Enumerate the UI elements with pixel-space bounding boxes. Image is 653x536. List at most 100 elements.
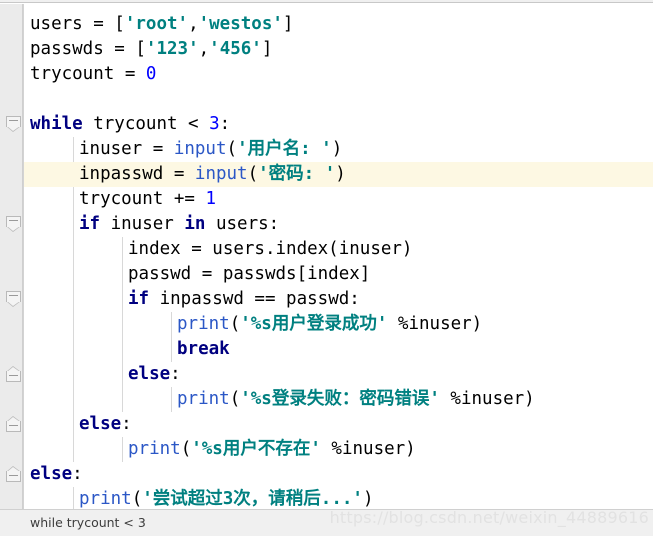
code-token: inpasswd — [79, 164, 164, 184]
code-editor-window: users = ['root','westos'] passwds = ['123… — [0, 0, 653, 536]
code-content-area[interactable]: users = ['root','westos'] passwds = ['123… — [24, 4, 653, 509]
code-token: ( — [229, 314, 241, 334]
code-fold-toggle-up[interactable] — [6, 466, 21, 482]
editor-gutter[interactable] — [0, 4, 23, 509]
code-line[interactable]: if inpasswd == passwd: — [24, 287, 653, 312]
editor-top-border — [0, 0, 653, 3]
minus-icon — [9, 375, 18, 376]
code-token: %inuser) — [320, 439, 416, 459]
code-token: passwd = passwds[index] — [128, 264, 371, 284]
code-token: : — [72, 464, 83, 484]
code-token: '456' — [209, 39, 262, 59]
code-line[interactable] — [24, 87, 653, 112]
fold-box — [6, 116, 21, 127]
code-token: %inuser) — [439, 389, 535, 409]
code-line[interactable]: index = users.index(inuser) — [24, 237, 653, 262]
code-token: trycount — [30, 64, 115, 84]
code-token: while — [30, 114, 83, 134]
code-line[interactable]: inpasswd = input('密码: ') — [24, 162, 653, 187]
code-token: print — [79, 489, 132, 509]
code-line[interactable]: trycount += 1 — [24, 187, 653, 212]
code-token: 1 — [205, 189, 216, 209]
code-token: users — [30, 14, 83, 34]
code-line[interactable]: trycount = 0 — [24, 62, 653, 87]
code-token: else — [79, 414, 122, 434]
code-token: : — [219, 114, 231, 134]
code-token: , — [198, 39, 210, 59]
code-token: if — [79, 214, 101, 234]
code-token: : — [121, 414, 132, 434]
code-line[interactable]: passwds = ['123','456'] — [24, 37, 653, 62]
minus-icon — [9, 425, 18, 426]
code-token: trycount < — [82, 114, 210, 134]
minus-icon — [9, 295, 18, 296]
code-token: '%s用户不存在' — [191, 439, 321, 459]
code-line[interactable]: users = ['root','westos'] — [24, 12, 653, 37]
code-token: '%s登录失败：密码错误' — [240, 389, 440, 409]
code-line[interactable]: print('%s登录失败：密码错误' %inuser) — [24, 387, 653, 412]
code-line[interactable]: print('%s用户登录成功' %inuser) — [24, 312, 653, 337]
code-line[interactable]: else: — [24, 362, 653, 387]
code-line[interactable]: else: — [24, 462, 653, 487]
fold-box — [6, 421, 21, 432]
code-fold-toggle-up[interactable] — [6, 366, 21, 382]
code-token: = [ — [82, 14, 125, 34]
code-token: = — [114, 64, 146, 84]
code-token: users: — [205, 214, 280, 234]
code-token: ( — [180, 439, 192, 459]
code-line[interactable]: if inuser in users: — [24, 212, 653, 237]
code-token: passwds — [30, 39, 104, 59]
code-line[interactable]: print('%s用户不存在' %inuser) — [24, 437, 653, 462]
code-line[interactable]: passwd = passwds[index] — [24, 262, 653, 287]
code-token: , — [188, 14, 199, 34]
code-token: else — [128, 364, 171, 384]
code-token: %inuser) — [387, 314, 483, 334]
code-token: 'westos' — [198, 14, 283, 34]
code-line[interactable]: while trycount < 3: — [24, 112, 653, 137]
code-token: '%s用户登录成功' — [240, 314, 388, 334]
code-line[interactable]: inuser = input('用户名: ') — [24, 137, 653, 162]
code-token: break — [177, 339, 230, 359]
code-line[interactable]: print('尝试超过3次，请稍后...') — [24, 487, 653, 509]
code-token: in — [184, 214, 206, 234]
code-token: '123' — [145, 39, 199, 59]
status-bar-text: while trycount < 3 — [30, 515, 146, 530]
code-fold-toggle-down[interactable] — [6, 291, 21, 307]
fold-box — [6, 291, 21, 302]
code-token: inuser — [100, 214, 185, 234]
status-bar: while trycount < 3 — [0, 509, 653, 536]
code-fold-toggle-down[interactable] — [6, 116, 21, 132]
code-token: = [ — [103, 39, 146, 59]
code-token: '用户名: ' — [237, 139, 332, 159]
code-token: 3 — [209, 114, 220, 134]
code-token: print — [128, 439, 181, 459]
code-token: input — [173, 139, 227, 159]
code-token: input — [194, 164, 248, 184]
minus-icon — [9, 220, 18, 221]
minus-icon — [9, 120, 18, 121]
code-token: print — [177, 389, 230, 409]
code-token: ( — [226, 139, 238, 159]
code-token: ( — [229, 389, 241, 409]
code-line[interactable]: break — [24, 337, 653, 362]
code-fold-toggle-down[interactable] — [6, 216, 21, 232]
code-token: if — [128, 289, 150, 309]
code-token: 0 — [145, 64, 157, 84]
code-token: = — [142, 139, 174, 159]
code-token: index = users.index(inuser) — [128, 239, 413, 259]
code-token: ] — [261, 39, 273, 59]
code-fold-toggle-up[interactable] — [6, 416, 21, 432]
code-token: '密码: ' — [258, 164, 336, 184]
code-token: trycount += — [79, 189, 206, 209]
code-token: ( — [131, 489, 143, 509]
code-token: ( — [247, 164, 259, 184]
code-token: ) — [362, 489, 374, 509]
code-line[interactable]: else: — [24, 412, 653, 437]
code-token: : — [170, 364, 181, 384]
fold-box — [6, 471, 21, 482]
code-token: inuser — [79, 139, 143, 159]
code-token: ) — [335, 164, 346, 184]
code-token: ] — [282, 14, 294, 34]
code-token: '尝试超过3次，请稍后...' — [142, 489, 363, 509]
minus-icon — [9, 475, 18, 476]
